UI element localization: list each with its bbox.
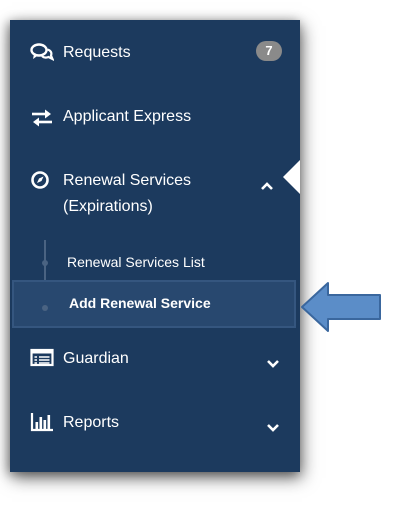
sidebar-item-label: Requests [63, 44, 131, 61]
sidebar-item-label: Guardian [63, 350, 129, 367]
bar-chart-icon [30, 412, 54, 432]
sidebar-item-reports[interactable]: Reports [10, 392, 300, 456]
sidebar-item-sublabel: (Expirations) [63, 198, 153, 215]
submenu-item-label: Add Renewal Service [69, 295, 211, 311]
pointer-arrow-icon [301, 282, 381, 332]
sidebar-item-label: Applicant Express [63, 108, 192, 125]
submenu-item-add-renewal-service[interactable]: Add Renewal Service [12, 280, 296, 328]
submenu-item-label: Renewal Services List [67, 254, 205, 270]
chevron-up-icon [260, 178, 274, 190]
submenu-item-renewal-services-list[interactable]: Renewal Services List [10, 242, 300, 280]
chevron-down-icon [266, 420, 280, 432]
chat-bubbles-icon [30, 42, 55, 62]
sidebar-item-requests[interactable]: Requests 7 [10, 20, 300, 84]
sidebar-item-label: Reports [63, 414, 120, 431]
sidebar-item-guardian[interactable]: Guardian [10, 328, 300, 392]
chevron-down-icon [266, 356, 280, 368]
sidebar-item-renewal-services[interactable]: Renewal Services (Expirations) [10, 148, 300, 228]
swap-arrows-icon [30, 108, 54, 128]
notification-badge: 7 [256, 41, 282, 61]
sidebar-item-label: Renewal Services [63, 172, 192, 189]
table-list-icon [30, 348, 54, 368]
submenu-bullet [42, 305, 48, 311]
active-section-notch [283, 160, 300, 194]
compass-icon [30, 170, 54, 190]
sidebar-item-applicant-express[interactable]: Applicant Express [10, 84, 300, 148]
sidebar-nav: Requests 7 Applicant Express Renewal Ser… [10, 20, 300, 472]
